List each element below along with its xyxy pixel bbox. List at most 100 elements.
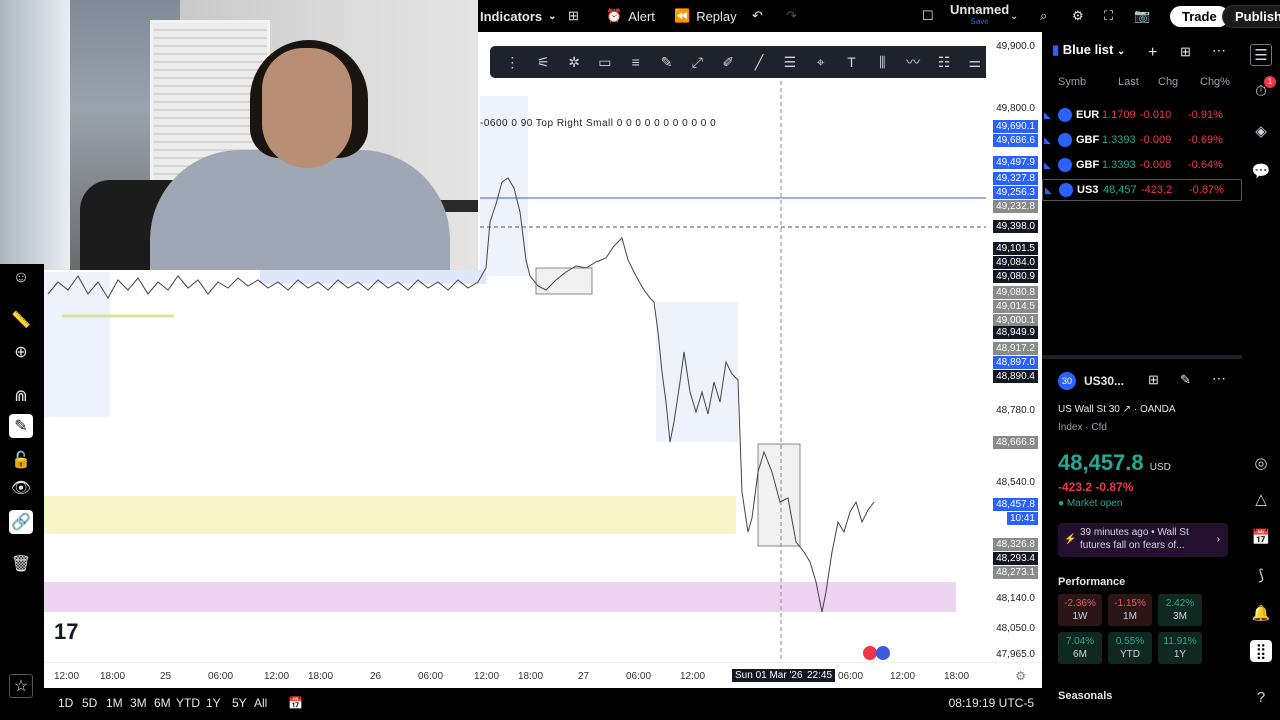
chat-icon[interactable]: 💬 xyxy=(1250,160,1272,182)
time-label[interactable]: 26 xyxy=(370,671,381,682)
price-label[interactable]: 49,101.5 xyxy=(993,242,1038,255)
ideas-icon[interactable]: △ xyxy=(1250,488,1272,510)
col-symbol[interactable]: Symb xyxy=(1058,76,1086,88)
tradingview-logo-icon[interactable]: 17 xyxy=(54,619,78,645)
pattern-icon[interactable]: ✲ xyxy=(562,49,587,75)
publish-button[interactable]: Publish xyxy=(1222,4,1280,28)
brush-icon[interactable]: ✎ xyxy=(654,49,679,75)
event-marker-2[interactable] xyxy=(876,646,890,660)
detail-more-icon[interactable]: ⋯ xyxy=(1212,370,1226,387)
layers-icon[interactable]: ◈ xyxy=(1250,120,1272,142)
redo-icon[interactable]: ↷ xyxy=(786,0,797,32)
pin-icon[interactable]: ⌖ xyxy=(808,49,833,75)
time-label[interactable]: 18:00 xyxy=(518,671,543,682)
time-label[interactable]: 12:00 xyxy=(474,671,499,682)
time-label[interactable]: 12:00 xyxy=(54,671,79,682)
drag-handle-icon[interactable]: ⋮ xyxy=(500,49,525,75)
edit-icon[interactable]: ✎ xyxy=(1180,372,1191,388)
col-last[interactable]: Last xyxy=(1118,76,1139,88)
bell-icon[interactable]: 🔔 xyxy=(1250,602,1272,624)
lock-icon[interactable]: 🔓 xyxy=(9,448,33,472)
time-label[interactable]: 06:00 xyxy=(626,671,651,682)
watchlist-row[interactable]: ◣ GBF 1.3393 -0.009 -0.69% xyxy=(1042,129,1242,151)
link-icon[interactable]: 🔗 xyxy=(9,510,33,534)
broker-name[interactable]: OANDA xyxy=(1140,404,1176,415)
toggle-icon[interactable]: ⚌ xyxy=(962,49,987,75)
price-label[interactable]: 49,327.8 xyxy=(993,172,1038,185)
magnet-icon[interactable]: ⋒ xyxy=(9,384,33,408)
price-label[interactable]: 48,949.9 xyxy=(993,326,1038,339)
wave-icon[interactable]: 〰 xyxy=(901,49,926,75)
range-button[interactable]: 1M xyxy=(106,696,123,710)
layout-checkbox-icon[interactable]: ☐ xyxy=(922,0,934,32)
time-label[interactable]: 06:00 xyxy=(418,671,443,682)
performance-cell[interactable]: 7.04% 6M xyxy=(1058,632,1102,664)
price-label[interactable]: 49,080.8 xyxy=(993,286,1038,299)
blue-zone-4[interactable] xyxy=(260,270,486,284)
watchlist-header[interactable]: ▮ Blue list ⌄ xyxy=(1052,42,1125,58)
watchlist-icon[interactable]: ☰ xyxy=(1250,44,1272,66)
alert-button[interactable]: ⏰ Alert xyxy=(606,0,655,32)
range-button[interactable]: 5Y xyxy=(232,696,247,710)
price-label[interactable]: 49,084.0 xyxy=(993,256,1038,269)
performance-cell[interactable]: -2.36% 1W xyxy=(1058,594,1102,626)
range-button[interactable]: 5D xyxy=(82,696,97,710)
col-chgp[interactable]: Chg% xyxy=(1200,76,1230,88)
time-label[interactable]: 27 xyxy=(578,671,589,682)
time-scale[interactable]: 17 ⚙ 12:00 18:00 25 06:00 12:00 18:00 26 06:00 1… xyxy=(44,619,1042,688)
price-label[interactable]: 48,457.8 xyxy=(993,498,1038,511)
time-label[interactable]: 12:00 xyxy=(264,671,289,682)
rectangle-icon[interactable]: ▭ xyxy=(592,49,617,75)
price-label[interactable]: 48,050.0 xyxy=(993,622,1038,635)
help-icon[interactable]: ? xyxy=(1250,686,1272,708)
trend-line-icon[interactable]: ╱ xyxy=(747,49,772,75)
advanced-view-icon[interactable]: ⊞ xyxy=(1180,44,1191,60)
rss-icon[interactable]: ⟆ xyxy=(1250,564,1272,586)
settings-icon[interactable]: ⚙ xyxy=(1072,0,1084,32)
more-options-icon[interactable]: ⋯ xyxy=(1212,42,1226,59)
range-button[interactable]: All xyxy=(254,696,267,710)
performance-cell[interactable]: 2.42% 3M xyxy=(1158,594,1202,626)
performance-cell[interactable]: 0.55% YTD xyxy=(1108,632,1152,664)
time-label[interactable]: 12:00 xyxy=(680,671,705,682)
zoom-in-icon[interactable]: ⊕ xyxy=(9,340,33,364)
price-label[interactable]: 48,666.8 xyxy=(993,436,1038,449)
chart-annotation-text[interactable]: -0600 0 90 Top Right Small 0 0 0 0 0 0 0… xyxy=(480,118,716,129)
range-button[interactable]: 3M xyxy=(130,696,147,710)
fib-icon[interactable]: ☰ xyxy=(777,49,802,75)
price-label[interactable]: 49,690.1 xyxy=(993,120,1038,133)
replay-button[interactable]: ⏪ Replay xyxy=(674,0,737,32)
time-label[interactable]: 18:00 xyxy=(944,671,969,682)
trash-icon[interactable]: 🗑 xyxy=(9,552,33,576)
range-button[interactable]: 6M xyxy=(154,696,171,710)
price-label[interactable]: 48,293.4 xyxy=(993,552,1038,565)
seasonals-title[interactable]: Seasonals xyxy=(1058,690,1112,702)
news-item[interactable]: ⚡ 39 minutes ago • Wall St futures fall … xyxy=(1058,523,1228,557)
settings-sliders-icon[interactable]: ⚟ xyxy=(531,49,556,75)
col-chg[interactable]: Chg xyxy=(1158,76,1178,88)
layout-name-button[interactable]: Unnamed Save xyxy=(950,0,1009,32)
price-label[interactable]: 49,497.9 xyxy=(993,156,1038,169)
price-label[interactable]: 49,014.5 xyxy=(993,300,1038,313)
search-icon[interactable]: ⌕ xyxy=(1040,0,1047,32)
price-label[interactable]: 49,900.0 xyxy=(993,40,1038,53)
blue-zone-3[interactable] xyxy=(44,272,110,417)
price-label[interactable]: 49,232.8 xyxy=(993,200,1038,213)
layouts-icon[interactable]: ⊞ xyxy=(568,0,579,32)
candles-icon[interactable]: ⫼ xyxy=(870,49,895,75)
text-icon[interactable]: T xyxy=(839,49,864,75)
range-button[interactable]: 1Y xyxy=(206,696,221,710)
watchlist-row[interactable]: ◣ GBF 1.3393 -0.008 -0.64% xyxy=(1042,154,1242,176)
time-label[interactable]: 18:00 xyxy=(308,671,333,682)
price-label[interactable]: 48,140.0 xyxy=(993,592,1038,605)
price-label[interactable]: 49,800.0 xyxy=(993,102,1038,115)
performance-cell[interactable]: -1.15% 1M xyxy=(1108,594,1152,626)
price-label[interactable]: 48,780.0 xyxy=(993,404,1038,417)
time-label[interactable]: 06:00 xyxy=(208,671,233,682)
price-label[interactable]: 48,273.1 xyxy=(993,566,1038,579)
time-label[interactable]: 12:00 xyxy=(890,671,915,682)
calendar-icon[interactable]: 📅 xyxy=(1250,526,1272,548)
price-label[interactable]: 49,686.6 xyxy=(993,134,1038,147)
event-marker-1[interactable] xyxy=(863,646,877,660)
layout-chevron-icon[interactable]: ⌄ xyxy=(1010,0,1018,32)
